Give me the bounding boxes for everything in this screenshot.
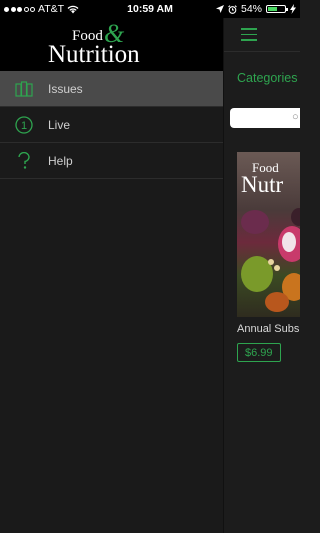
status-right: 54% bbox=[215, 3, 296, 15]
svg-text:Nutrition: Nutrition bbox=[48, 41, 140, 66]
search-icon: ○ bbox=[292, 111, 299, 123]
charging-bolt-icon bbox=[290, 4, 296, 14]
magazine-cover[interactable]: Food Nutr bbox=[237, 152, 300, 317]
svg-text:1: 1 bbox=[21, 120, 27, 132]
menu-item-live[interactable]: 1 Live bbox=[0, 107, 223, 143]
food-and-nutrition-logo: Food & Nutrition bbox=[48, 22, 140, 66]
hamburger-menu-icon[interactable] bbox=[241, 28, 257, 42]
subscription-label: Annual Subs bbox=[237, 323, 300, 335]
menu-item-issues[interactable]: Issues bbox=[0, 71, 223, 107]
menu-item-help[interactable]: Help bbox=[0, 143, 223, 179]
search-input[interactable]: ○ bbox=[230, 108, 300, 128]
app-screen: AT&T 10:59 AM 54% Categories ○ Food Nutr… bbox=[0, 0, 300, 533]
price-button[interactable]: $6.99 bbox=[237, 343, 281, 362]
drawer-header: Food & Nutrition bbox=[0, 18, 223, 71]
alarm-clock-icon bbox=[228, 4, 237, 14]
magazines-icon bbox=[0, 71, 48, 106]
header-divider bbox=[224, 51, 300, 52]
menu-label-issues: Issues bbox=[48, 81, 83, 96]
location-arrow-icon bbox=[215, 5, 224, 13]
side-drawer: Food & Nutrition Issues 1 Live Help bbox=[0, 18, 223, 533]
question-mark-icon bbox=[0, 143, 48, 178]
battery-level-fill bbox=[268, 7, 277, 11]
battery-icon bbox=[266, 5, 288, 13]
cover-title-large: Nutr bbox=[241, 172, 284, 197]
battery-percent: 54% bbox=[240, 3, 262, 15]
categories-link[interactable]: Categories bbox=[237, 71, 297, 85]
number-one-circle-icon: 1 bbox=[0, 107, 48, 142]
menu-label-live: Live bbox=[48, 117, 71, 132]
status-bar: AT&T 10:59 AM 54% bbox=[0, 0, 300, 18]
main-content: Categories ○ Food Nutr Annual Subs $6.99 bbox=[223, 18, 300, 533]
menu-label-help: Help bbox=[48, 153, 73, 168]
